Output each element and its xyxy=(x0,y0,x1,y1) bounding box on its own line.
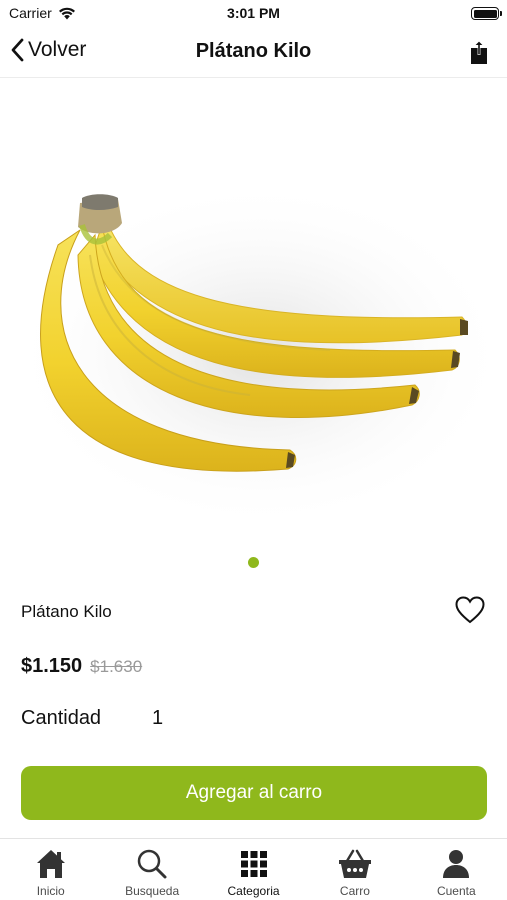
tab-label: Inicio xyxy=(36,884,65,898)
original-price: $1.630 xyxy=(90,657,143,676)
tab-label: Busqueda xyxy=(125,884,180,898)
quantity-value[interactable]: 1 xyxy=(152,707,163,730)
quantity-label: Cantidad xyxy=(21,707,102,729)
search-icon xyxy=(137,849,167,879)
share-icon xyxy=(471,40,487,64)
tab-carro[interactable]: Carro xyxy=(304,839,405,900)
basket-icon xyxy=(338,849,371,878)
navigation-bar: Volver Plátano Kilo xyxy=(0,28,507,78)
tab-label: Categoria xyxy=(227,884,280,898)
tab-busqueda[interactable]: Busqueda xyxy=(101,839,202,900)
current-price: $1.150 xyxy=(21,655,83,677)
tab-label: Carro xyxy=(339,884,370,898)
price-row: $1.150 $1.630 xyxy=(21,655,142,678)
product-name: Plátano Kilo xyxy=(21,602,112,621)
tab-categoria[interactable]: Categoria xyxy=(203,839,304,900)
status-bar: Carrier 3:01 PM xyxy=(0,0,507,28)
back-button[interactable]: Volver xyxy=(10,38,86,62)
tab-cuenta[interactable]: Cuenta xyxy=(406,839,507,900)
favorite-button[interactable] xyxy=(455,596,485,629)
back-label: Volver xyxy=(28,38,87,61)
status-time: 3:01 PM xyxy=(227,5,280,21)
banana-bunch-image xyxy=(10,180,507,530)
add-to-cart-button[interactable]: Agregar al carro xyxy=(21,766,487,820)
home-icon xyxy=(36,850,65,878)
chevron-left-icon xyxy=(11,38,24,62)
heart-icon xyxy=(455,596,485,624)
image-page-indicator[interactable] xyxy=(248,557,259,568)
battery-icon xyxy=(471,7,502,20)
tab-bar: Inicio Busqueda Categoria Carro Cuenta xyxy=(0,838,507,900)
tab-label: Cuenta xyxy=(436,884,476,898)
user-icon xyxy=(443,850,470,878)
tab-inicio[interactable]: Inicio xyxy=(0,839,101,900)
grid-icon xyxy=(240,851,267,877)
quantity-row: Cantidad 1 xyxy=(21,707,163,730)
share-button[interactable] xyxy=(469,39,489,70)
product-image[interactable] xyxy=(10,95,507,535)
